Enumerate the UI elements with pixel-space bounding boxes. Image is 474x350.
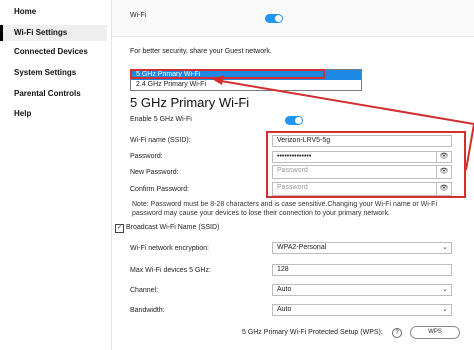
bandwidth-value: Auto xyxy=(277,306,292,313)
channel-label: Channel: xyxy=(130,287,159,294)
section-title: 5 GHz Primary Wi-Fi xyxy=(130,95,250,110)
bandwidth-select[interactable]: Auto ⌄ xyxy=(272,304,452,316)
max-devices-input[interactable]: 128 xyxy=(272,264,452,276)
dropdown-option-24ghz[interactable]: 2.4 GHz Primary Wi-Fi xyxy=(131,80,361,90)
chevron-down-icon: ⌄ xyxy=(442,244,448,251)
chevron-down-icon: ⌄ xyxy=(442,306,448,313)
sidebar-item-parental-controls[interactable]: Parental Controls xyxy=(0,86,107,102)
sidebar: Home Wi-Fi Settings Connected Devices Sy… xyxy=(0,0,112,350)
ssid-label: Wi-Fi name (SSID): xyxy=(130,137,191,144)
encryption-value: WPA2-Personal xyxy=(277,244,327,251)
wifi-row: Wi-Fi xyxy=(112,0,474,37)
encryption-label: Wi-Fi network encryption: xyxy=(130,245,209,252)
channel-select[interactable]: Auto ⌄ xyxy=(272,284,452,296)
annotation-box-dropdown xyxy=(130,69,325,79)
sidebar-item-wifi-settings[interactable]: Wi-Fi Settings xyxy=(0,25,107,41)
broadcast-ssid-label: Broadcast Wi-Fi Name (SSID) xyxy=(126,224,220,231)
broadcast-ssid-checkbox[interactable]: ✓ xyxy=(115,224,124,233)
guest-network-text: For better security, share your Guest ne… xyxy=(130,48,272,55)
bandwidth-label: Bandwidth: xyxy=(130,307,165,314)
wifi-label: Wi-Fi xyxy=(130,12,147,19)
sidebar-item-system-settings[interactable]: System Settings xyxy=(0,65,107,81)
sidebar-item-home[interactable]: Home xyxy=(0,4,107,20)
help-icon[interactable]: ? xyxy=(392,328,402,338)
sidebar-item-help[interactable]: Help xyxy=(0,106,107,122)
new-password-label: New Password: xyxy=(130,169,179,176)
password-note: Note: Password must be 8-28 characters a… xyxy=(132,201,438,217)
annotation-box-fields xyxy=(266,131,466,198)
password-label: Password: xyxy=(130,153,163,160)
wifi-toggle[interactable] xyxy=(265,14,283,23)
wps-button[interactable]: WPS xyxy=(410,326,460,339)
encryption-select[interactable]: WPA2-Personal ⌄ xyxy=(272,242,452,254)
wps-label: 5 GHz Primary Wi-Fi Protected Setup (WPS… xyxy=(242,329,383,336)
max-devices-label: Max Wi-Fi devices 5 GHz: xyxy=(130,267,211,274)
confirm-password-label: Confirm Password: xyxy=(130,186,190,193)
enable-5ghz-label: Enable 5 GHz Wi-Fi xyxy=(130,116,192,123)
chevron-down-icon: ⌄ xyxy=(442,286,448,293)
enable-5ghz-toggle[interactable] xyxy=(285,116,303,125)
sidebar-item-connected-devices[interactable]: Connected Devices xyxy=(0,44,107,60)
channel-value: Auto xyxy=(277,286,292,293)
